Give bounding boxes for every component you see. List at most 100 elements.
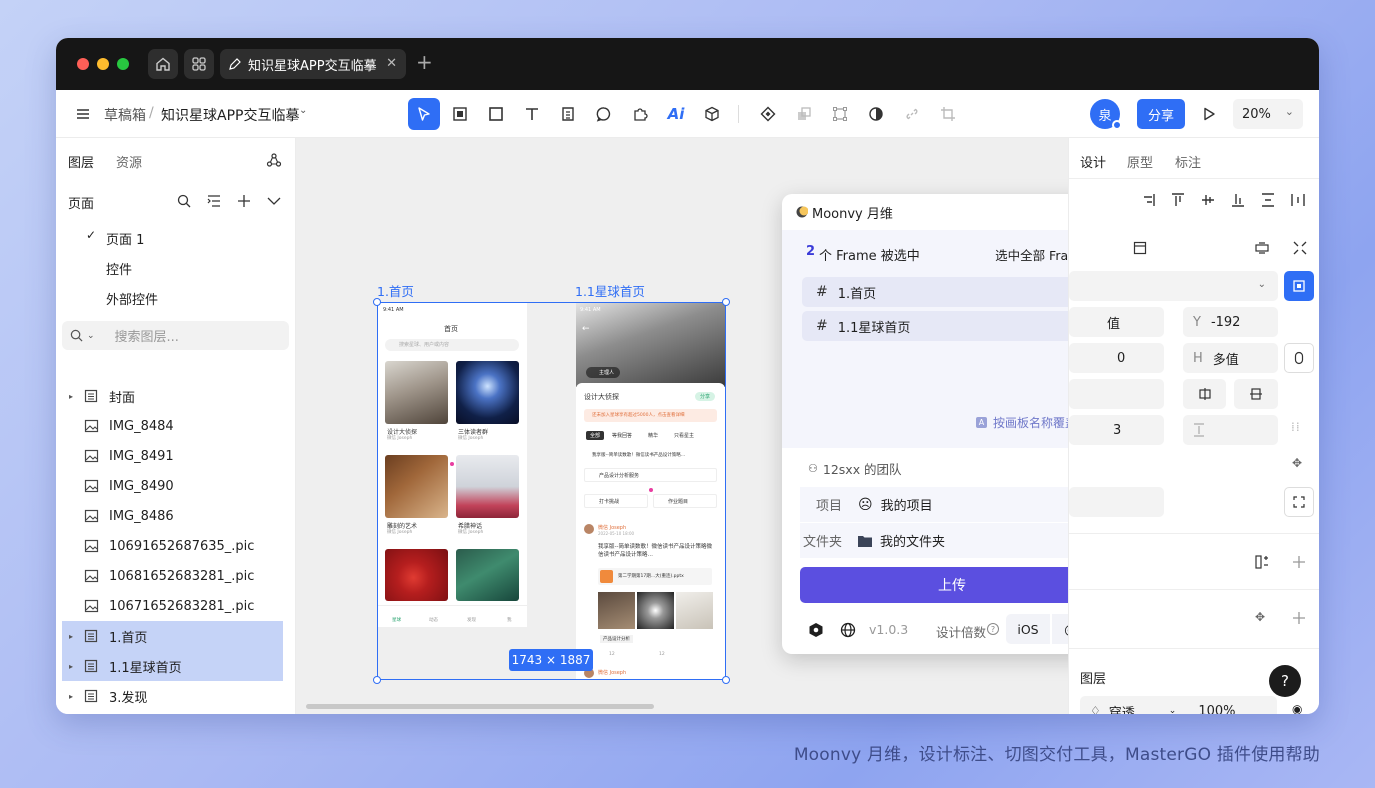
- document-tab[interactable]: 知识星球APP交互临摹 ✕: [220, 49, 406, 79]
- layer-item[interactable]: ▸ 1.1星球首页: [62, 651, 283, 681]
- layer-item[interactable]: 10681652683281_.pic: [62, 561, 283, 591]
- paragraph-tool-button[interactable]: [552, 98, 584, 130]
- layer-item[interactable]: 10691652687635_.pic: [62, 531, 283, 561]
- layer-item[interactable]: ▸4.用户: [62, 711, 283, 714]
- project-select[interactable]: 项目 ☹ 我的项目 ▼: [800, 487, 1104, 522]
- add-page-icon[interactable]: [237, 194, 251, 208]
- expand-arrow-icon[interactable]: ▸: [62, 632, 80, 641]
- share-button[interactable]: 分享: [1137, 99, 1185, 129]
- tab-annotate[interactable]: 标注: [1175, 152, 1201, 171]
- fullscreen-button[interactable]: [1284, 487, 1314, 517]
- component-3d-tool-button[interactable]: [696, 98, 728, 130]
- flip-vertical-button[interactable]: [1234, 379, 1278, 409]
- collapse-pages-icon[interactable]: [267, 194, 281, 208]
- constrain-proportions-button[interactable]: [1284, 343, 1314, 373]
- rectangle-tool-button[interactable]: [480, 98, 512, 130]
- mask-button[interactable]: [860, 98, 892, 130]
- tab-assets[interactable]: 资源: [116, 152, 142, 171]
- device-frame-icon[interactable]: [1255, 241, 1269, 255]
- flip-horizontal-button[interactable]: [1183, 379, 1226, 409]
- comment-tool-button[interactable]: [588, 98, 620, 130]
- align-top-icon[interactable]: [1171, 193, 1185, 207]
- layer-item[interactable]: ▸ 3.发现: [62, 681, 283, 711]
- breadcrumb-file[interactable]: 知识星球APP交互临摹: [161, 105, 299, 125]
- crop-button[interactable]: [932, 98, 964, 130]
- expand-arrow-icon[interactable]: ▸: [62, 392, 80, 401]
- distribute-horizontal-icon[interactable]: [1291, 193, 1305, 207]
- menu-icon[interactable]: [76, 107, 90, 121]
- layer-item[interactable]: IMG_8486: [62, 501, 283, 531]
- selected-frame-item[interactable]: # 1.1星球首页: [802, 311, 1102, 341]
- radius-input[interactable]: 3: [1069, 415, 1164, 445]
- breadcrumb-drafts[interactable]: 草稿箱: [104, 105, 146, 125]
- x-input[interactable]: 值: [1069, 307, 1164, 337]
- frame-preset-icon[interactable]: [1133, 241, 1147, 255]
- edit-path-button[interactable]: [824, 98, 856, 130]
- page-item-1[interactable]: 页面 1: [106, 229, 144, 248]
- help-button[interactable]: ?: [1269, 665, 1301, 697]
- upload-button[interactable]: 上传: [800, 567, 1104, 603]
- boolean-button[interactable]: [788, 98, 820, 130]
- expand-arrow-icon[interactable]: ▸: [62, 692, 80, 701]
- spacing-input[interactable]: [1183, 415, 1278, 445]
- home-button[interactable]: [148, 49, 178, 79]
- selected-frame-item[interactable]: # 1.首页: [802, 277, 1102, 307]
- text-tool-button[interactable]: [516, 98, 548, 130]
- tab-design[interactable]: 设计: [1080, 152, 1106, 171]
- page-item-external-controls[interactable]: 外部控件: [106, 289, 158, 308]
- add-grid-icon[interactable]: [1292, 611, 1306, 625]
- layout-input[interactable]: [1069, 487, 1164, 517]
- zoom-select[interactable]: 20% ⌄: [1233, 99, 1303, 129]
- expand-arrow-icon[interactable]: ▸: [62, 662, 80, 671]
- frame-label-home[interactable]: 1.首页: [377, 281, 414, 300]
- fit-content-icon[interactable]: [1293, 241, 1307, 255]
- layer-item[interactable]: 10671652683281_.pic: [62, 591, 283, 621]
- minimize-window-button[interactable]: [97, 58, 109, 70]
- resize-handle-top-right[interactable]: [722, 298, 730, 306]
- clip-content-toggle[interactable]: [1284, 271, 1314, 301]
- settings-hexagon-icon[interactable]: [808, 622, 824, 638]
- add-auto-layout-icon[interactable]: [1292, 555, 1306, 569]
- platform-select[interactable]: iOS: [1006, 614, 1050, 644]
- grid-move-icon[interactable]: ✥: [1255, 610, 1265, 624]
- close-window-button[interactable]: [77, 58, 89, 70]
- community-icon[interactable]: [266, 152, 282, 168]
- apps-button[interactable]: [184, 49, 214, 79]
- globe-icon[interactable]: [840, 622, 856, 638]
- auto-layout-icon[interactable]: [1255, 555, 1269, 569]
- resize-handle-bottom-left[interactable]: [373, 676, 381, 684]
- resize-handle-bottom-right[interactable]: [722, 676, 730, 684]
- folder-select[interactable]: 文件夹 我的文件夹 ▼: [800, 523, 1104, 558]
- plugin-tool-button[interactable]: [624, 98, 656, 130]
- move-tool-button[interactable]: [408, 98, 440, 130]
- sort-pages-icon[interactable]: [207, 194, 221, 208]
- ai-tool-button[interactable]: Ai: [660, 98, 692, 130]
- layer-item[interactable]: IMG_8491: [62, 441, 283, 471]
- eye-icon[interactable]: ◉: [1292, 702, 1302, 714]
- resize-handle-top-left[interactable]: [373, 298, 381, 306]
- h-input[interactable]: H 多值: [1183, 343, 1278, 373]
- align-right-icon[interactable]: [1141, 193, 1155, 207]
- distribute-vertical-icon[interactable]: [1261, 193, 1275, 207]
- resize-arrows-icon[interactable]: ✥: [1292, 456, 1302, 470]
- frame-label-planet-home[interactable]: 1.1星球首页: [575, 281, 645, 300]
- link-button[interactable]: [896, 98, 928, 130]
- help-circle-icon[interactable]: ?: [987, 623, 999, 635]
- maximize-window-button[interactable]: [117, 58, 129, 70]
- tab-close-icon[interactable]: ✕: [386, 56, 397, 71]
- tab-prototype[interactable]: 原型: [1127, 152, 1153, 171]
- create-component-button[interactable]: [752, 98, 784, 130]
- frame-preset-select[interactable]: ⌄: [1069, 271, 1278, 301]
- w-input[interactable]: 0: [1069, 343, 1164, 373]
- align-bottom-icon[interactable]: [1231, 193, 1245, 207]
- layer-search-input[interactable]: ⌄ 搜索图层...: [62, 321, 289, 350]
- file-menu-chevron-icon[interactable]: ⌄: [299, 105, 307, 116]
- blend-mode-select[interactable]: ♢ 穿透 ⌄ 100%: [1080, 696, 1277, 714]
- user-avatar[interactable]: 泉: [1090, 99, 1122, 130]
- layer-item[interactable]: IMG_8490: [62, 471, 283, 501]
- new-tab-plus-icon[interactable]: +: [416, 50, 433, 74]
- layer-item[interactable]: IMG_8484: [62, 411, 283, 441]
- layer-item[interactable]: ▸ 封面: [62, 381, 283, 411]
- independent-corners-icon[interactable]: ⁞⁞: [1291, 420, 1301, 434]
- align-middle-icon[interactable]: [1201, 193, 1215, 207]
